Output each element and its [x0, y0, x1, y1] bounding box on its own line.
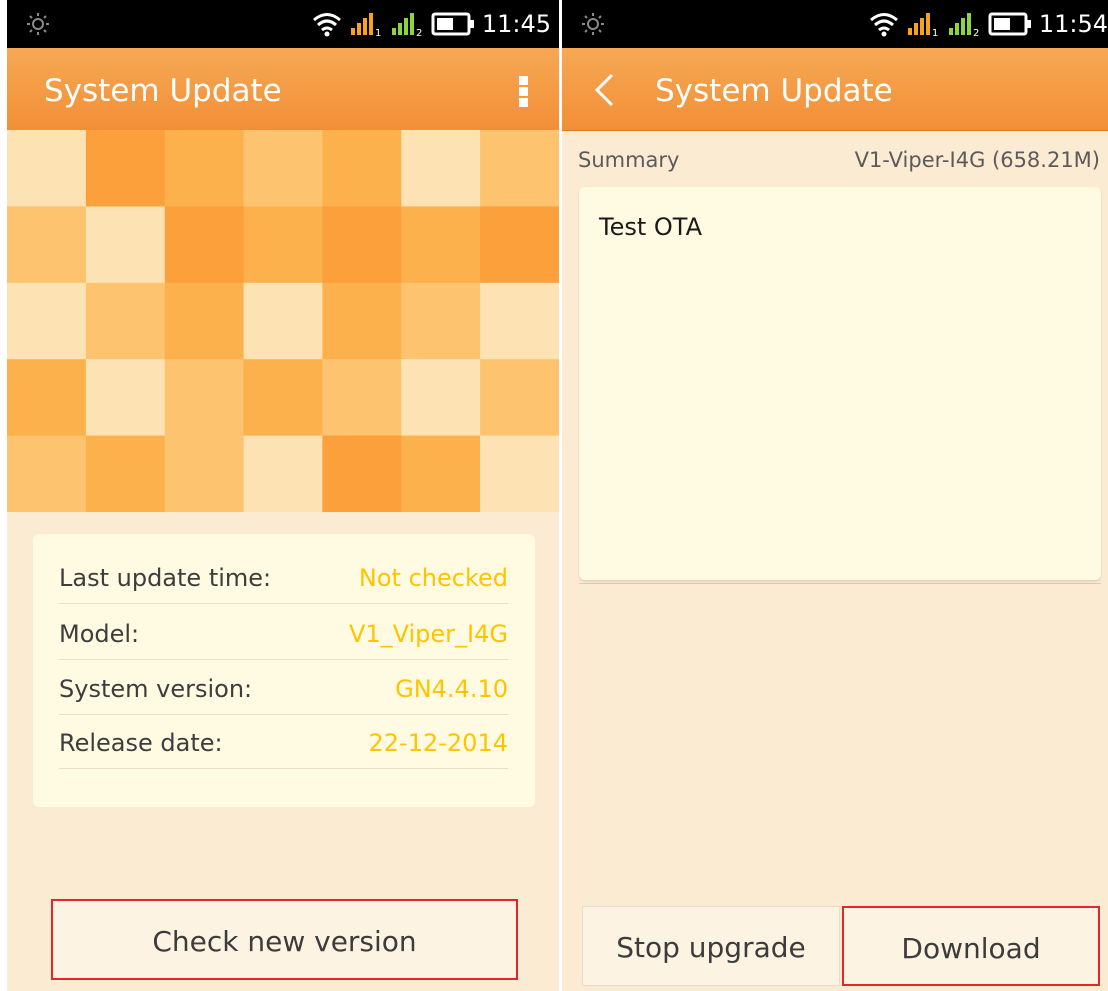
battery-icon: [988, 12, 1031, 36]
device-info-card: Last update time: Not checked Model: V1_…: [33, 534, 535, 807]
brightness-icon: [27, 13, 49, 35]
info-value: Not checked: [358, 564, 508, 592]
info-label: Last update time:: [59, 564, 272, 592]
stop-upgrade-button[interactable]: Stop upgrade: [582, 906, 840, 986]
mosaic-tile: [401, 206, 481, 284]
system-update-main-screen: 1 2 11:45 System Update Last update time…: [7, 0, 559, 991]
status-bar: 1 2 11:45: [7, 0, 559, 48]
mosaic-tile: [322, 282, 402, 360]
package-info: V1-Viper-I4G (658.21M): [854, 148, 1100, 172]
mosaic-tile: [243, 130, 324, 207]
wifi-icon: [869, 13, 898, 37]
mosaic-tile: [243, 359, 324, 437]
info-row-release-date: Release date: 22-12-2014: [59, 729, 508, 769]
svg-text:1: 1: [375, 28, 381, 37]
download-button[interactable]: Download: [842, 906, 1100, 986]
mosaic-tile: [480, 130, 559, 207]
mosaic-tile: [85, 435, 166, 512]
battery-icon: [431, 12, 474, 36]
release-notes-box[interactable]: Test OTA: [579, 187, 1101, 580]
brightness-icon: [582, 13, 604, 35]
info-value: 22-12-2014: [368, 729, 508, 757]
info-value: GN4.4.10: [395, 675, 508, 703]
mosaic-tile: [7, 282, 87, 360]
svg-text:1: 1: [932, 28, 938, 37]
mosaic-tile: [7, 206, 87, 284]
divider: [579, 583, 1101, 584]
system-update-download-screen: 1 2 11:54 System Update Summary V1-Viper: [562, 0, 1108, 991]
mosaic-tile: [401, 359, 481, 437]
info-row-system-version: System version: GN4.4.10: [59, 675, 508, 715]
mosaic-tile: [164, 435, 245, 512]
mosaic-tile: [243, 282, 324, 360]
mosaic-tile: [85, 206, 166, 284]
mosaic-tile: [7, 359, 87, 437]
mosaic-tile: [480, 206, 559, 284]
mosaic-tile: [243, 206, 324, 284]
mosaic-tile: [7, 130, 87, 207]
info-row-model: Model: V1_Viper_I4G: [59, 620, 508, 660]
mosaic-tile: [85, 130, 166, 207]
info-row-last-update: Last update time: Not checked: [59, 564, 508, 604]
info-label: Model:: [59, 620, 140, 648]
mosaic-tile: [164, 359, 245, 437]
mosaic-tile: [480, 282, 559, 360]
info-label: System version:: [59, 675, 253, 703]
info-value: V1_Viper_I4G: [348, 620, 508, 648]
status-time: 11:45: [481, 10, 551, 38]
overflow-menu-icon[interactable]: [517, 76, 529, 107]
mosaic-tile: [322, 130, 402, 207]
action-bar: System Update: [7, 48, 559, 130]
signal-sim1-icon: 1: [907, 13, 938, 37]
check-new-version-button[interactable]: Check new version: [51, 899, 518, 980]
page-title: System Update: [44, 73, 282, 109]
info-label: Release date:: [59, 729, 223, 757]
svg-text:2: 2: [416, 28, 422, 37]
signal-sim2-icon: 2: [948, 13, 979, 37]
action-bar: System Update: [562, 48, 1108, 130]
header-mosaic-banner: [7, 130, 559, 512]
wifi-icon: [312, 13, 341, 37]
mosaic-tile: [243, 435, 324, 512]
summary-label: Summary: [578, 148, 680, 172]
signal-sim2-icon: 2: [391, 13, 422, 37]
mosaic-tile: [322, 206, 402, 284]
status-time: 11:54: [1038, 10, 1108, 38]
mosaic-tile: [164, 282, 245, 360]
mosaic-tile: [401, 435, 481, 512]
mosaic-tile: [322, 359, 402, 437]
mosaic-tile: [85, 282, 166, 360]
signal-sim1-icon: 1: [350, 13, 381, 37]
back-chevron-icon[interactable]: [592, 72, 616, 108]
status-bar: 1 2 11:54: [562, 0, 1108, 48]
mosaic-tile: [164, 206, 245, 284]
summary-row: Summary V1-Viper-I4G (658.21M): [562, 148, 1108, 180]
page-title: System Update: [655, 73, 893, 109]
mosaic-tile: [164, 130, 245, 207]
mosaic-tile: [480, 359, 559, 437]
mosaic-tile: [480, 435, 559, 512]
mosaic-tile: [7, 435, 87, 512]
mosaic-tile: [401, 282, 481, 360]
release-notes-text: Test OTA: [599, 213, 702, 241]
mosaic-tile: [322, 435, 402, 512]
mosaic-tile: [401, 130, 481, 207]
mosaic-tile: [85, 359, 166, 437]
svg-text:2: 2: [973, 28, 979, 37]
